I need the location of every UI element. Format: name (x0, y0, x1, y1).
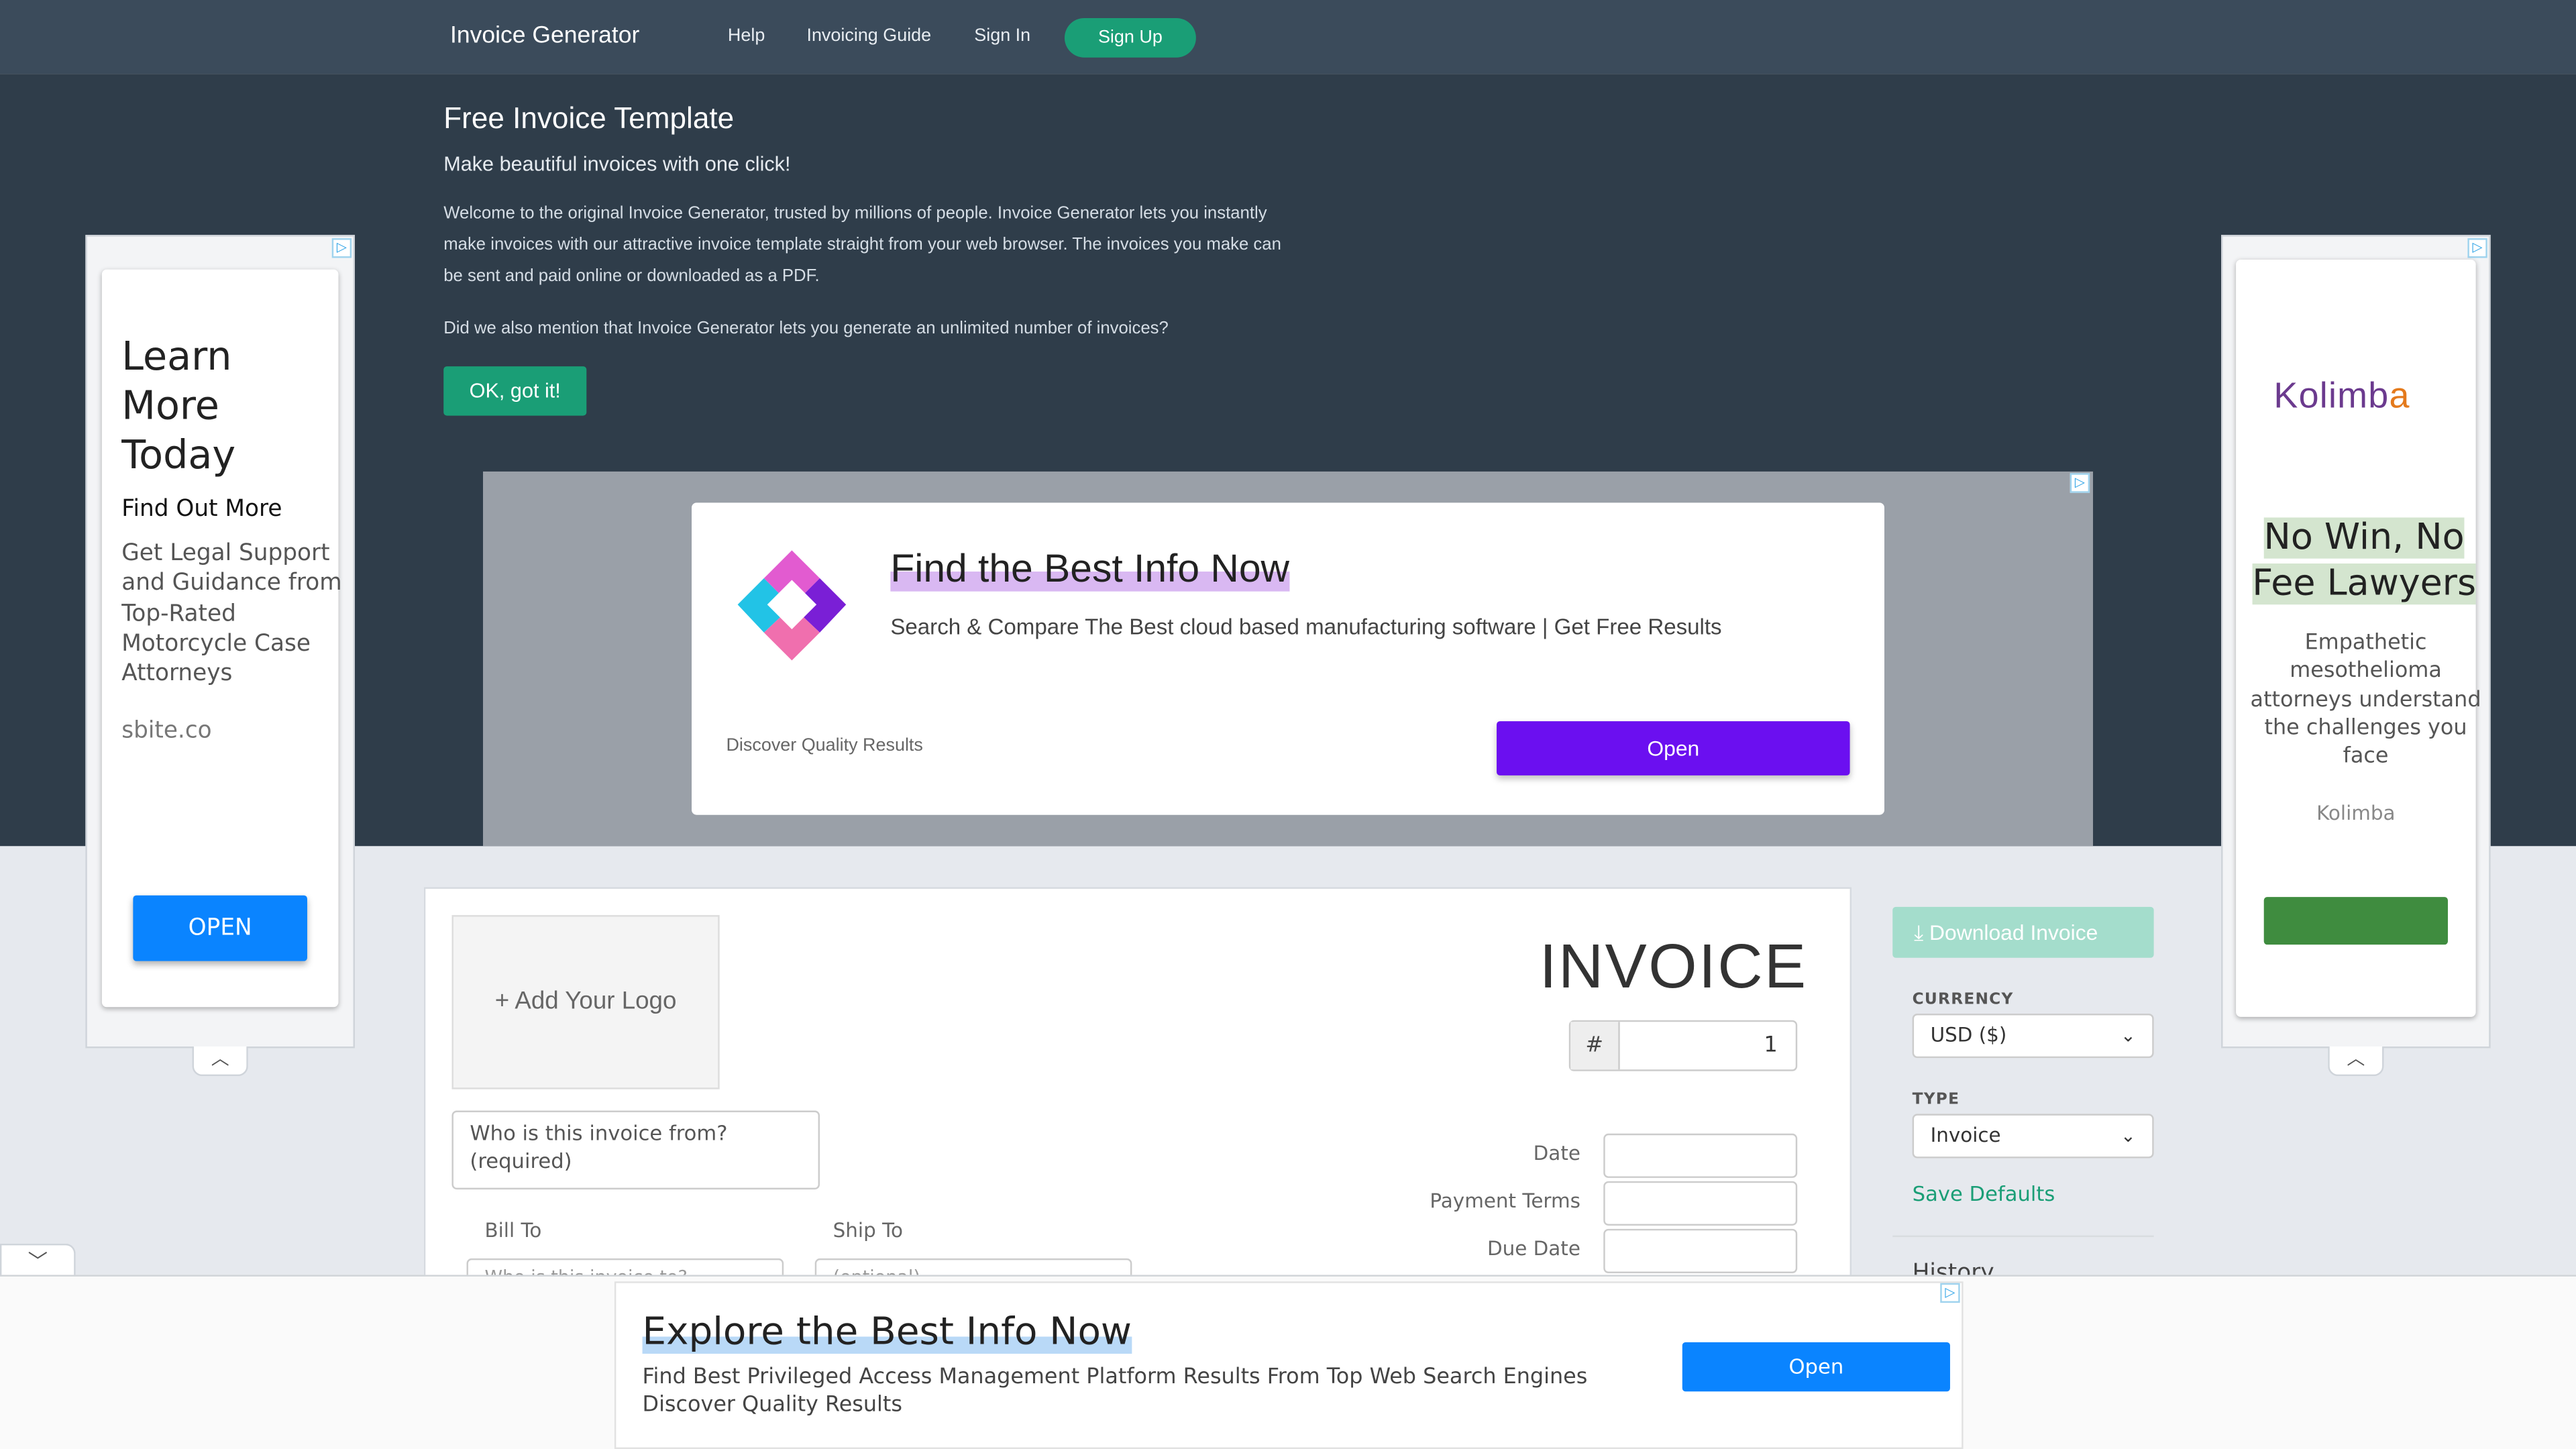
bill-to-label: Bill To (484, 1219, 542, 1242)
center-ad-headline-text: Find the Best Info Now (890, 547, 1289, 592)
type-select[interactable]: Invoice ⌄ (1912, 1114, 2154, 1159)
download-invoice-button[interactable]: ⤓ Download Invoice (1892, 906, 2154, 958)
invoice-title[interactable]: INVOICE (1540, 933, 1808, 1004)
chevron-down-icon[interactable]: ﹀ (0, 1243, 76, 1279)
hero-subtitle: Make beautiful invoices with one click! (443, 152, 791, 176)
right-ad-button[interactable] (2263, 897, 2449, 945)
brand-logo[interactable]: Invoice Generator (450, 23, 639, 49)
ok-got-it-button[interactable]: OK, got it! (443, 366, 587, 416)
left-ad-description: Get Legal Support and Guidance from Top-… (121, 540, 342, 688)
nav-help-link[interactable]: Help (728, 26, 765, 46)
sign-up-button[interactable]: Sign Up (1064, 17, 1196, 58)
ad-choices-icon[interactable]: ▷ (1940, 1283, 1960, 1303)
ship-to-label: Ship To (833, 1219, 904, 1242)
top-navbar: Invoice Generator Help Invoicing Guide S… (0, 0, 2576, 74)
hero-paragraph-2: Did we also mention that Invoice Generat… (443, 319, 1169, 339)
bottom-ad-description: Find Best Privileged Access Management P… (642, 1365, 1588, 1418)
sidebar-divider (1892, 1235, 2154, 1238)
chevron-up-icon[interactable]: ︿ (192, 1046, 248, 1077)
kolimba-logo-text: Kolimb (2273, 374, 2390, 416)
bottom-ad-headline: Explore the Best Info Now (642, 1311, 1132, 1354)
kolimba-logo: Kolimba (2273, 374, 2410, 417)
hero-paragraph-1: Welcome to the original Invoice Generato… (443, 203, 1281, 286)
invoice-number-field[interactable]: # 1 (1568, 1020, 1798, 1071)
invoice-number-prefix: # (1570, 1022, 1620, 1070)
center-ad-open-button[interactable]: Open (1497, 721, 1850, 775)
right-ad-headline: No Win, No Fee Lawyers (2244, 516, 2484, 608)
invoice-number-value[interactable]: 1 (1764, 1022, 1778, 1069)
download-icon: ⤓ (1914, 920, 1930, 945)
nav-invoicing-guide-link[interactable]: Invoicing Guide (806, 26, 931, 46)
center-ad-logo-icon (737, 550, 847, 661)
invoice-from-field[interactable]: Who is this invoice from? (required) (451, 1110, 820, 1190)
type-value: Invoice (1930, 1124, 2001, 1147)
date-field[interactable] (1603, 1133, 1798, 1178)
center-ad-headline: Find the Best Info Now (890, 547, 1289, 594)
currency-value: USD ($) (1930, 1023, 2007, 1047)
chevron-down-icon: ⌄ (2121, 1125, 2136, 1147)
bottom-ad-headline-text: Explore the Best Info Now (642, 1311, 1132, 1354)
save-defaults-link[interactable]: Save Defaults (1913, 1181, 2055, 1206)
left-ad-find-out-more: Find Out More (121, 496, 282, 523)
nav-sign-in-link[interactable]: Sign In (974, 26, 1030, 46)
type-label: TYPE (1912, 1091, 1960, 1110)
left-ad-headline: Learn More Today (121, 333, 236, 478)
left-ad-url: sbite.co (121, 718, 212, 745)
kolimba-logo-accent: a (2389, 374, 2410, 416)
ad-choices-icon[interactable]: ▷ (2467, 238, 2487, 258)
payment-terms-field[interactable] (1603, 1181, 1798, 1226)
hero-title: Free Invoice Template (443, 101, 735, 135)
ad-choices-icon[interactable]: ▷ (331, 238, 352, 258)
right-ad-description: Empathetic mesothelioma attorneys unders… (2250, 631, 2481, 769)
date-label: Date (1533, 1142, 1580, 1165)
right-ad-headline-text: No Win, No Fee Lawyers (2252, 517, 2477, 605)
chevron-up-icon[interactable]: ︿ (2328, 1046, 2384, 1077)
currency-label: CURRENCY (1912, 990, 2014, 1009)
chevron-down-icon: ⌄ (2121, 1025, 2136, 1047)
page: Invoice Generator Help Invoicing Guide S… (0, 0, 2576, 1449)
add-logo-button[interactable]: + Add Your Logo (451, 915, 720, 1089)
bottom-ad-open-button[interactable]: Open (1682, 1342, 1950, 1392)
download-invoice-label: Download Invoice (1929, 920, 2098, 945)
ad-choices-icon[interactable]: ▷ (2070, 473, 2090, 493)
payment-terms-label: Payment Terms (1430, 1189, 1580, 1213)
due-date-field[interactable] (1603, 1228, 1798, 1273)
center-ad-description: Search & Compare The Best cloud based ma… (890, 614, 1722, 639)
due-date-label: Due Date (1487, 1237, 1580, 1260)
right-ad-brand: Kolimba (2316, 802, 2396, 825)
left-ad-open-button[interactable]: OPEN (133, 895, 307, 961)
currency-select[interactable]: USD ($) ⌄ (1912, 1014, 2154, 1059)
center-ad-disclaimer: Discover Quality Results (726, 736, 923, 756)
